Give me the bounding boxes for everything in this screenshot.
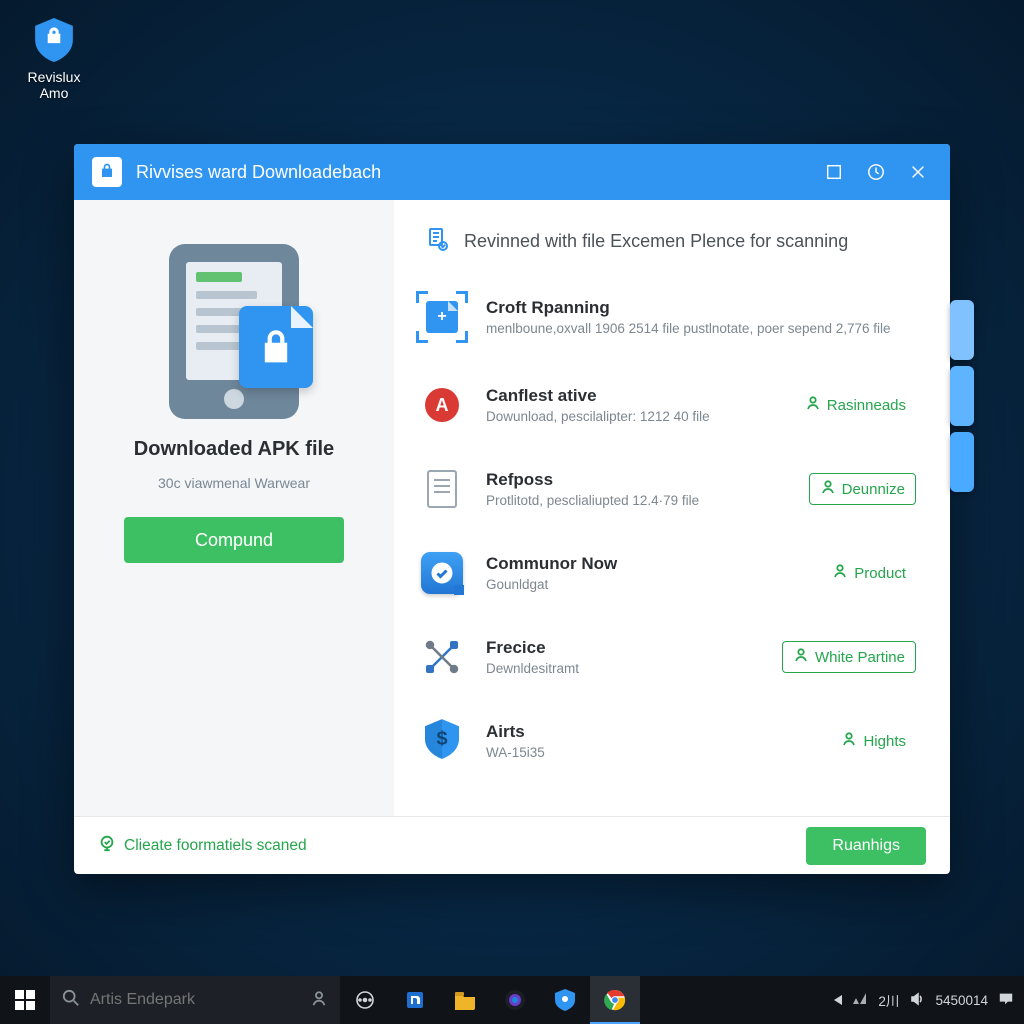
row-title: Croft Rpanning <box>486 298 916 318</box>
row-desc: menlboune,oxvall 1906 2514 file pustlnot… <box>486 321 916 336</box>
main-heading-text: Revinned with file Excemen Plence for sc… <box>464 231 848 252</box>
row-desc: Protlitotd, pesclialiupted 12.4·79 file <box>486 493 793 508</box>
row-action-button[interactable]: Hights <box>831 726 916 756</box>
row-action-label: White Partine <box>815 649 905 666</box>
minimize-button[interactable] <box>820 158 848 186</box>
tray-overflow-icon[interactable] <box>834 995 842 1005</box>
app-security-icon[interactable] <box>540 976 590 1024</box>
svg-text:$: $ <box>436 727 447 749</box>
titlebar[interactable]: Rivvises ward Downloadebach <box>74 144 950 200</box>
result-row: A Canflest ative Dowunload, pescіlalipte… <box>408 363 922 447</box>
red-a-icon: A <box>425 388 459 422</box>
row-action-label: Hights <box>863 733 906 750</box>
row-desc: Dewnldesitramt <box>486 661 766 676</box>
status-check-icon <box>98 834 116 857</box>
person-icon <box>793 647 809 667</box>
document-mini-icon <box>427 470 457 508</box>
close-button[interactable] <box>904 158 932 186</box>
side-subtitle: 30c viawmenal Warwear <box>158 475 310 491</box>
run-button[interactable]: Ruanhigs <box>806 827 926 865</box>
clock-button[interactable] <box>862 158 890 186</box>
row-action-button[interactable]: Rasinneads <box>795 390 916 420</box>
task-view-icon[interactable] <box>340 976 390 1024</box>
cortana-people-icon[interactable] <box>310 989 328 1012</box>
system-tray[interactable]: 2川 5450014 <box>832 990 1024 1010</box>
row-title: Communor Now <box>486 554 806 574</box>
search-icon <box>62 989 80 1012</box>
taskbar: 2川 5450014 <box>0 976 1024 1024</box>
scan-header-icon <box>424 226 450 257</box>
app-window: Rivvises ward Downloadebach <box>74 144 950 874</box>
window-footer: Clieate foormatiels scaned Ruanhigs <box>74 816 950 874</box>
person-icon <box>805 395 821 415</box>
row-title: Airts <box>486 722 815 742</box>
row-action-label: Deunnize <box>842 481 905 498</box>
search-input[interactable] <box>90 991 300 1009</box>
dock-tab[interactable] <box>950 432 974 492</box>
app-chrome-icon[interactable] <box>590 976 640 1024</box>
row-desc: WA-15i35 <box>486 745 815 760</box>
tray-volume-icon[interactable] <box>909 991 925 1010</box>
start-button[interactable] <box>0 976 50 1024</box>
person-icon <box>832 563 848 583</box>
app-camera-icon[interactable] <box>490 976 540 1024</box>
main-panel: Revinned with file Excemen Plence for sc… <box>394 200 950 816</box>
row-title: Refposs <box>486 470 793 490</box>
result-row: Communor Now Gounldgat Product <box>408 531 922 615</box>
compund-button[interactable]: Compund <box>124 517 344 563</box>
scan-status: Clieate foormatiels scaned <box>98 834 307 857</box>
shield-icon: $ <box>425 719 459 764</box>
scan-status-text: Clieate foormatiels scaned <box>124 837 307 855</box>
tray-network-icon[interactable] <box>852 991 868 1010</box>
person-icon <box>841 731 857 751</box>
shield-icon <box>34 49 74 66</box>
row-action-button[interactable]: Product <box>822 558 916 588</box>
taskbar-apps <box>340 976 640 1024</box>
row-title: Canflest ative <box>486 386 779 406</box>
lock-file-icon <box>239 306 313 388</box>
result-row: Refposs Protlitotd, pesclialiupted 12.4·… <box>408 447 922 531</box>
person-icon <box>820 479 836 499</box>
dock-tab[interactable] <box>950 366 974 426</box>
tools-cross-icon <box>422 637 462 677</box>
side-panel: Downloaded APK file 30c viawmenal Warwea… <box>74 200 394 816</box>
row-action-button[interactable]: White Partine <box>782 641 916 673</box>
device-illustration <box>159 244 309 424</box>
row-desc: Gounldgat <box>486 577 806 592</box>
desktop-shortcut[interactable]: Revislux Amo <box>18 18 90 101</box>
row-action-label: Product <box>854 565 906 582</box>
result-row: Frecice Dewnldesitramt White Partine <box>408 615 922 699</box>
scan-document-icon <box>416 291 468 343</box>
row-desc: Dowunload, pescіlalipter: 1212 40 file <box>486 409 779 424</box>
window-title: Rivvises ward Downloadebach <box>136 162 806 183</box>
action-center-icon[interactable] <box>998 991 1014 1010</box>
blue-check-icon <box>421 552 463 594</box>
main-heading: Revinned with file Excemen Plence for sc… <box>394 200 950 269</box>
desktop-shortcut-label: Revislux Amo <box>18 69 90 101</box>
row-title: Frecice <box>486 638 766 658</box>
dock-tab[interactable] <box>950 300 974 360</box>
tray-clock[interactable]: 5450014 <box>935 993 988 1008</box>
tray-text: 2川 <box>878 990 899 1010</box>
row-action-label: Rasinneads <box>827 397 906 414</box>
scan-results-list[interactable]: Croft Rpanning menlboune,oxvall 1906 251… <box>394 269 950 816</box>
result-row: Croft Rpanning menlboune,oxvall 1906 251… <box>408 275 922 363</box>
side-title: Downloaded APK file <box>134 438 334 461</box>
row-action-button[interactable]: Deunnize <box>809 473 916 505</box>
app-icon <box>92 157 122 187</box>
result-row: $ Airts WA-15i35 Hights <box>408 699 922 783</box>
app-explorer-icon[interactable] <box>440 976 490 1024</box>
app-edge-icon[interactable] <box>390 976 440 1024</box>
taskbar-search[interactable] <box>50 976 340 1024</box>
side-dock-tabs[interactable] <box>950 300 974 492</box>
